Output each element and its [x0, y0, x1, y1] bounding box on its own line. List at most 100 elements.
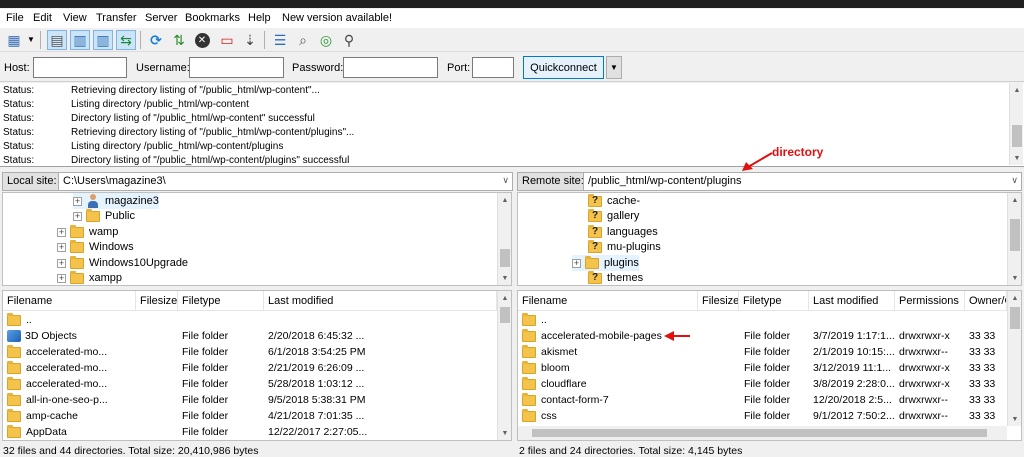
expand-icon[interactable]: +	[73, 211, 82, 221]
menu-server[interactable]: Server	[145, 12, 177, 24]
tree-item-themes[interactable]: themes	[588, 270, 643, 285]
port-input[interactable]	[472, 57, 514, 78]
cancel-icon[interactable]: ✕	[192, 30, 212, 50]
refresh-icon[interactable]: ⟳	[146, 30, 166, 50]
remote-tree-scrollbar[interactable]: ▲ ▼	[1007, 193, 1021, 285]
chevron-down-icon[interactable]: ∨	[1011, 175, 1018, 186]
table-row[interactable]: cloudflare File folder 3/8/2019 2:28:0... d…	[518, 376, 998, 392]
menu-edit[interactable]: Edit	[33, 12, 52, 24]
local-list-scrollbar[interactable]: ▲ ▼	[497, 291, 511, 440]
scroll-up-icon[interactable]: ▲	[1010, 83, 1024, 97]
scroll-thumb[interactable]	[500, 249, 510, 267]
column-permissions[interactable]: Permissions	[895, 291, 965, 311]
search-remote-files-icon[interactable]: ⚲	[339, 30, 359, 50]
table-row[interactable]: amp-cache File folder 4/21/2018 7:01:35 ..…	[3, 408, 483, 424]
menu-file[interactable]: File	[6, 12, 24, 24]
menu-transfer[interactable]: Transfer	[96, 12, 137, 24]
scroll-down-icon[interactable]: ▼	[1008, 412, 1021, 426]
site-manager-icon[interactable]: ▦	[4, 30, 24, 50]
scroll-thumb[interactable]	[500, 307, 510, 323]
table-row[interactable]: 3D Objects File folder 2/20/2018 6:45:32 .…	[3, 328, 483, 344]
column-filename[interactable]: Filename	[518, 291, 698, 311]
scroll-up-icon[interactable]: ▲	[498, 291, 511, 305]
password-input[interactable]	[343, 57, 438, 78]
table-row[interactable]: bloom File folder 3/12/2019 11:1... drwxrwx…	[518, 360, 998, 376]
disconnect-icon[interactable]: ▭	[217, 30, 237, 50]
column-filesize[interactable]: Filesize	[698, 291, 739, 311]
site-manager-dropdown-icon[interactable]: ▼	[25, 30, 37, 50]
column-last-modified[interactable]: Last modified	[809, 291, 895, 311]
local-path-combo[interactable]: C:\Users\magazine3\ ∨	[58, 172, 513, 191]
log-scrollbar[interactable]: ▲ ▼	[1009, 83, 1023, 165]
cell-last-modified: 2/1/2019 10:15:...	[813, 346, 895, 358]
tree-item-xampp[interactable]: + xampp	[57, 270, 122, 285]
table-row[interactable]: css File folder 9/1/2012 7:50:2... drwxrwxr…	[518, 408, 998, 424]
expand-icon[interactable]: +	[572, 258, 581, 268]
tree-item-magazine3[interactable]: + magazine3	[73, 193, 159, 209]
remote-list-hscrollbar[interactable]	[518, 426, 1007, 440]
menu-bookmarks[interactable]: Bookmarks	[185, 12, 240, 24]
expand-icon[interactable]: +	[57, 258, 66, 268]
local-tree-scrollbar[interactable]: ▲ ▼	[497, 193, 511, 285]
remote-list-scrollbar[interactable]: ▲ ▼	[1007, 291, 1021, 426]
username-input[interactable]	[189, 57, 284, 78]
host-input[interactable]	[33, 57, 127, 78]
quickconnect-button[interactable]: Quickconnect	[523, 56, 604, 79]
tree-item-cache[interactable]: cache-	[588, 193, 640, 209]
scroll-up-icon[interactable]: ▲	[1008, 291, 1021, 305]
remote-path-combo[interactable]: /public_html/wp-content/plugins ∨	[583, 172, 1022, 191]
scroll-thumb[interactable]	[1010, 219, 1020, 251]
table-row[interactable]: accelerated-mobile-pages File folder 3/7/2…	[518, 328, 998, 344]
table-row[interactable]: accelerated-mo... File folder 6/1/2018 3:5…	[3, 344, 483, 360]
process-queue-icon[interactable]: ⇅	[169, 30, 189, 50]
tree-item-plugins[interactable]: + plugins	[572, 255, 639, 271]
table-row[interactable]: all-in-one-seo-p... File folder 9/5/2018 5…	[3, 392, 483, 408]
tree-item-mu-plugins[interactable]: mu-plugins	[588, 239, 661, 255]
scroll-thumb[interactable]	[1010, 307, 1020, 329]
scroll-down-icon[interactable]: ▼	[498, 271, 511, 285]
table-row[interactable]: ..	[3, 312, 483, 328]
column-owner-group[interactable]: Owner/G	[965, 291, 1007, 311]
reconnect-icon[interactable]: ⇣	[240, 30, 260, 50]
tree-item-public[interactable]: + Public	[73, 208, 135, 224]
table-row[interactable]: ..	[518, 312, 998, 328]
table-row[interactable]: accelerated-mo... File folder 5/28/2018 1:…	[3, 376, 483, 392]
chevron-down-icon[interactable]: ∨	[502, 175, 509, 186]
menu-help[interactable]: Help	[248, 12, 271, 24]
expand-icon[interactable]: +	[57, 273, 66, 283]
table-row[interactable]: accelerated-mo... File folder 2/21/2019 6:…	[3, 360, 483, 376]
scroll-thumb[interactable]	[1012, 125, 1022, 147]
directory-listing-filters-icon[interactable]: ☰	[270, 30, 290, 50]
tree-item-wamp[interactable]: + wamp	[57, 224, 118, 240]
toggle-directory-comparison-icon[interactable]: ⌕	[293, 30, 313, 50]
column-filesize[interactable]: Filesize	[136, 291, 178, 311]
scroll-up-icon[interactable]: ▲	[1008, 193, 1021, 207]
expand-icon[interactable]: +	[57, 242, 66, 252]
scroll-up-icon[interactable]: ▲	[498, 193, 511, 207]
toggle-transfer-queue-icon[interactable]: ⇆	[116, 30, 136, 50]
tree-item-languages[interactable]: languages	[588, 224, 658, 240]
toggle-message-log-icon[interactable]: ▤	[47, 30, 67, 50]
menu-new-version[interactable]: New version available!	[282, 12, 392, 24]
toggle-local-tree-icon[interactable]: ▥	[70, 30, 90, 50]
table-row[interactable]: akismet File folder 2/1/2019 10:15:... drwx…	[518, 344, 998, 360]
column-last-modified[interactable]: Last modified	[264, 291, 497, 311]
column-filename[interactable]: Filename	[3, 291, 136, 311]
scroll-down-icon[interactable]: ▼	[1010, 151, 1024, 165]
quickconnect-dropdown-icon[interactable]: ▼	[606, 56, 622, 79]
scroll-down-icon[interactable]: ▼	[1008, 271, 1021, 285]
tree-item-windows[interactable]: + Windows	[57, 239, 134, 255]
table-row[interactable]: contact-form-7 File folder 12/20/2018 2:5.…	[518, 392, 998, 408]
table-row[interactable]: AppData File folder 12/22/2017 2:27:05...	[3, 424, 483, 440]
expand-icon[interactable]: +	[57, 227, 66, 237]
expand-icon[interactable]: +	[73, 196, 82, 206]
tree-item-windows10upgrade[interactable]: + Windows10Upgrade	[57, 255, 188, 271]
scroll-down-icon[interactable]: ▼	[498, 426, 511, 440]
scroll-thumb[interactable]	[532, 429, 987, 437]
toggle-remote-tree-icon[interactable]: ▥	[93, 30, 113, 50]
synchronized-browsing-icon[interactable]: ◎	[316, 30, 336, 50]
column-filetype[interactable]: Filetype	[739, 291, 809, 311]
column-filetype[interactable]: Filetype	[178, 291, 264, 311]
menu-view[interactable]: View	[63, 12, 87, 24]
tree-item-gallery[interactable]: gallery	[588, 208, 639, 224]
